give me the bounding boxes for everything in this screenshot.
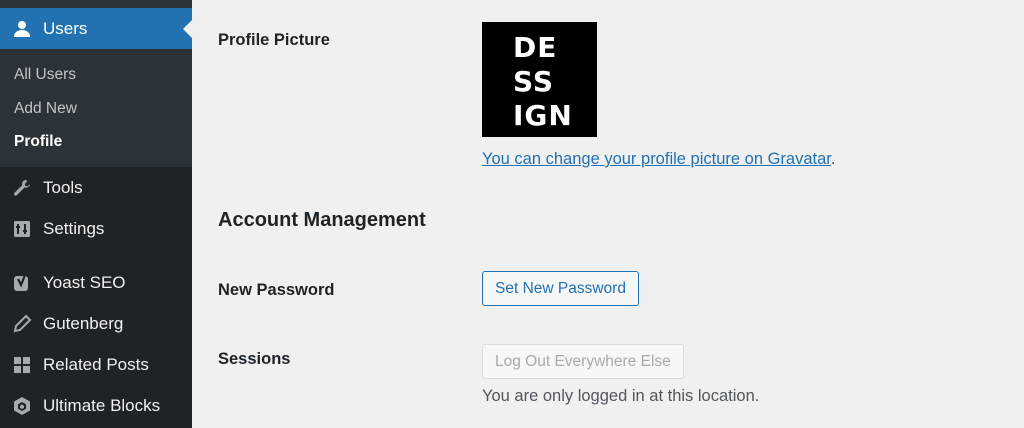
active-menu-arrow (183, 19, 192, 38)
account-management-heading: Account Management (218, 209, 426, 231)
menu-item-yoast-seo[interactable]: Yoast SEO (0, 262, 192, 303)
users-submenu: All Users Add New Profile (0, 49, 192, 167)
avatar-text-line: DE (513, 31, 558, 64)
avatar: DE SS IGN (482, 22, 597, 137)
avatar-text-line: IGN (513, 99, 573, 132)
yoast-icon (11, 272, 33, 294)
menu-item-tools[interactable]: Tools (0, 167, 192, 208)
menu-item-label: Gutenberg (43, 313, 124, 333)
profile-picture-label: Profile Picture (218, 31, 330, 49)
new-password-label: New Password (218, 281, 335, 299)
menu-item-settings[interactable]: Settings (0, 208, 192, 249)
sidebar-top-strip (0, 0, 192, 8)
sessions-label: Sessions (218, 350, 291, 368)
menu-item-label: Ultimate Blocks (43, 395, 161, 415)
submenu-item-profile[interactable]: Profile (14, 133, 62, 151)
avatar-text-line: SS (513, 65, 555, 98)
menu-item-gutenberg[interactable]: Gutenberg (0, 303, 192, 344)
submenu-item-all-users[interactable]: All Users (14, 66, 76, 84)
admin-sidebar: Users All Users Add New Profile Tools Se… (0, 0, 192, 428)
user-icon (11, 18, 33, 40)
grid-icon (11, 354, 33, 376)
menu-item-users[interactable]: Users (0, 8, 192, 49)
menu-item-label: Tools (43, 177, 83, 197)
profile-content: Profile Picture DE SS IGN You can change… (192, 0, 1024, 428)
log-out-everywhere-button: Log Out Everywhere Else (482, 344, 684, 379)
hexagon-icon (11, 395, 33, 417)
pencil-icon (11, 313, 33, 335)
gravatar-note: You can change your profile picture on G… (482, 150, 835, 169)
menu-item-label: Yoast SEO (43, 272, 126, 292)
gravatar-suffix: . (830, 150, 836, 168)
settings-icon (11, 218, 33, 240)
sessions-description: You are only logged in at this location. (482, 387, 760, 405)
wrench-icon (11, 177, 33, 199)
menu-item-label: Users (43, 18, 88, 38)
menu-item-ultimate-blocks[interactable]: Ultimate Blocks (0, 385, 192, 426)
gravatar-link[interactable]: You can change your profile picture on G… (482, 150, 831, 168)
submenu-item-add-new[interactable]: Add New (14, 100, 77, 118)
set-new-password-button[interactable]: Set New Password (482, 271, 639, 306)
menu-item-label: Settings (43, 218, 105, 238)
menu-item-related-posts[interactable]: Related Posts (0, 344, 192, 385)
menu-item-label: Related Posts (43, 354, 149, 374)
